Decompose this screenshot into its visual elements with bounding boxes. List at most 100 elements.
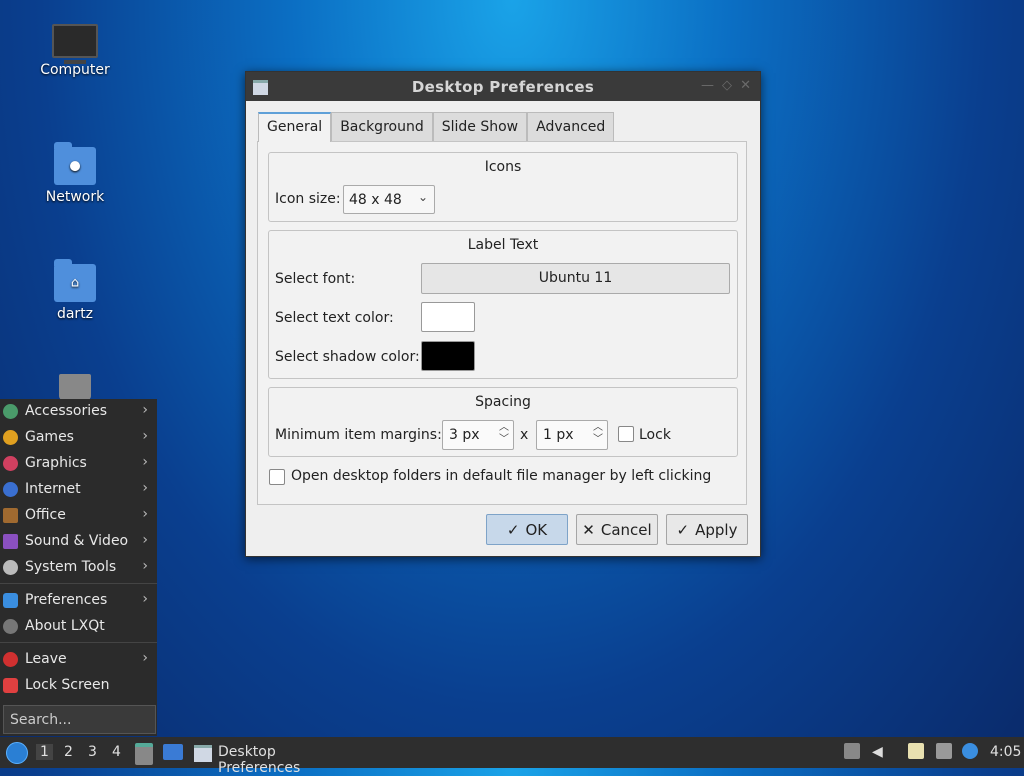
spin-arrows-icon[interactable]: ︿ ﹀ <box>499 422 509 446</box>
chevron-right-icon: › <box>142 532 148 548</box>
eject-icon[interactable] <box>844 743 860 759</box>
text-color-button[interactable] <box>421 302 475 332</box>
menu-item-graphics[interactable]: Graphics › <box>0 451 157 477</box>
desktop-icon-label: Network <box>45 189 105 205</box>
cancel-button[interactable]: ✕ Cancel <box>576 514 658 545</box>
tab-general[interactable]: General <box>258 112 332 142</box>
label-text-group: Label Text Select font: Ubuntu 11 Select… <box>268 230 738 379</box>
chevron-right-icon: › <box>142 454 148 470</box>
icon-size-combobox[interactable]: 48 x 48 ⌄ <box>343 185 435 214</box>
margin-x-value: 3 px <box>449 427 480 443</box>
margin-y-value: 1 px <box>543 427 574 443</box>
desktop-icon-label: dartz <box>56 306 94 322</box>
spin-arrows-icon[interactable]: ︿ ﹀ <box>593 422 603 446</box>
home-folder-icon: ⌂ <box>54 259 96 302</box>
ok-button[interactable]: ✓ OK <box>486 514 568 545</box>
shadow-color-button[interactable] <box>421 341 475 371</box>
system-tools-icon <box>3 560 18 575</box>
menu-separator <box>0 583 157 584</box>
group-title: Label Text <box>467 237 539 253</box>
power-icon <box>3 652 18 667</box>
tab-bar: General Background Slide Show Advanced <box>258 112 615 142</box>
font-button[interactable]: Ubuntu 11 <box>421 263 730 294</box>
checkmark-icon: ✓ <box>676 520 690 539</box>
menu-item-leave[interactable]: Leave › <box>0 647 157 673</box>
tab-background[interactable]: Background <box>331 112 433 142</box>
menu-item-system-tools[interactable]: System Tools › <box>0 555 157 581</box>
chevron-right-icon: › <box>142 506 148 522</box>
chevron-right-icon: › <box>142 650 148 666</box>
text-color-label: Select text color: <box>275 310 394 326</box>
workspace-4[interactable]: 4 <box>112 744 121 760</box>
taskbar-window-title: Desktop Preferences <box>218 744 301 776</box>
desktop-icon-home[interactable]: ⌂ dartz <box>25 259 125 322</box>
sound-video-icon <box>3 534 18 549</box>
spacing-group: Spacing Minimum item margins: 3 px ︿ ﹀ x … <box>268 387 738 457</box>
workspace-3[interactable]: 3 <box>88 744 97 760</box>
internet-icon <box>3 482 18 497</box>
chevron-right-icon: › <box>142 480 148 496</box>
lock-icon <box>3 678 18 693</box>
open-folders-checkbox[interactable] <box>269 469 285 485</box>
chevron-right-icon: › <box>142 402 148 418</box>
menu-item-accessories[interactable]: Accessories › <box>0 399 157 425</box>
games-icon <box>3 430 18 445</box>
search-placeholder: Search... <box>10 712 72 728</box>
menu-item-sound-video[interactable]: Sound & Video › <box>0 529 157 555</box>
menu-item-office[interactable]: Office › <box>0 503 157 529</box>
volume-icon[interactable]: ◀ <box>872 744 888 760</box>
group-title: Spacing <box>475 394 531 410</box>
preferences-icon <box>3 593 18 608</box>
margins-label: Minimum item margins: <box>275 427 442 443</box>
dialog-title: Desktop Preferences <box>411 78 595 96</box>
desktop-icon-computer[interactable]: Computer <box>25 24 125 78</box>
taskbar-window-desktop-preferences[interactable]: Desktop Preferences <box>192 741 362 776</box>
computer-icon <box>52 24 98 64</box>
show-desktop-icon[interactable] <box>163 744 183 760</box>
margin-separator: x <box>520 427 529 443</box>
desktop-preferences-dialog: Desktop Preferences — ◇ ✕ General Backgr… <box>245 71 761 557</box>
checkmark-icon: ✓ <box>506 520 520 539</box>
taskbar: 1 2 3 4 Desktop Preferences ◀ 4:05 <box>0 737 1024 776</box>
workspace-2[interactable]: 2 <box>64 744 73 760</box>
trash-icon <box>59 374 91 400</box>
menu-item-internet[interactable]: Internet › <box>0 477 157 503</box>
chevron-right-icon: › <box>142 558 148 574</box>
lock-checkbox[interactable] <box>618 426 634 442</box>
close-icon[interactable]: ✕ <box>740 78 751 93</box>
file-manager-icon[interactable] <box>135 743 153 765</box>
start-menu-icon[interactable] <box>6 742 28 764</box>
menu-search-input[interactable]: Search... <box>3 705 156 734</box>
start-menu: Accessories › Games › Graphics › Interne… <box>0 399 157 736</box>
font-label: Select font: <box>275 271 356 287</box>
desktop-icon-label: Computer <box>40 62 110 78</box>
menu-item-preferences[interactable]: Preferences › <box>0 588 157 614</box>
menu-item-lock-screen[interactable]: Lock Screen <box>0 673 157 699</box>
minimize-icon[interactable]: — <box>701 78 714 93</box>
network-folder-icon: ● <box>54 142 96 185</box>
margin-y-spinbox[interactable]: 1 px ︿ ﹀ <box>536 420 608 450</box>
network-icon[interactable] <box>936 743 952 759</box>
maximize-icon[interactable]: ◇ <box>722 78 732 93</box>
notification-icon[interactable] <box>962 743 978 759</box>
chevron-down-icon: ⌄ <box>417 190 428 204</box>
clipboard-icon[interactable] <box>908 743 924 759</box>
menu-item-games[interactable]: Games › <box>0 425 157 451</box>
margin-x-spinbox[interactable]: 3 px ︿ ﹀ <box>442 420 514 450</box>
office-icon <box>3 508 18 523</box>
dialog-titlebar[interactable]: Desktop Preferences — ◇ ✕ <box>246 72 760 101</box>
workspace-1[interactable]: 1 <box>36 744 53 760</box>
window-icon <box>194 745 212 762</box>
cross-icon: ✕ <box>582 520 595 539</box>
lock-label: Lock <box>639 427 671 443</box>
info-icon <box>3 619 18 634</box>
apply-button[interactable]: ✓ Apply <box>666 514 748 545</box>
shadow-color-label: Select shadow color: <box>275 349 420 365</box>
tab-advanced[interactable]: Advanced <box>527 112 615 142</box>
desktop-icon-network[interactable]: ● Network <box>25 142 125 205</box>
menu-item-about-lxqt[interactable]: About LXQt <box>0 614 157 640</box>
menu-separator <box>0 642 157 643</box>
open-folders-label: Open desktop folders in default file man… <box>291 468 712 484</box>
clock[interactable]: 4:05 <box>990 744 1021 760</box>
tab-slide-show[interactable]: Slide Show <box>432 112 528 142</box>
